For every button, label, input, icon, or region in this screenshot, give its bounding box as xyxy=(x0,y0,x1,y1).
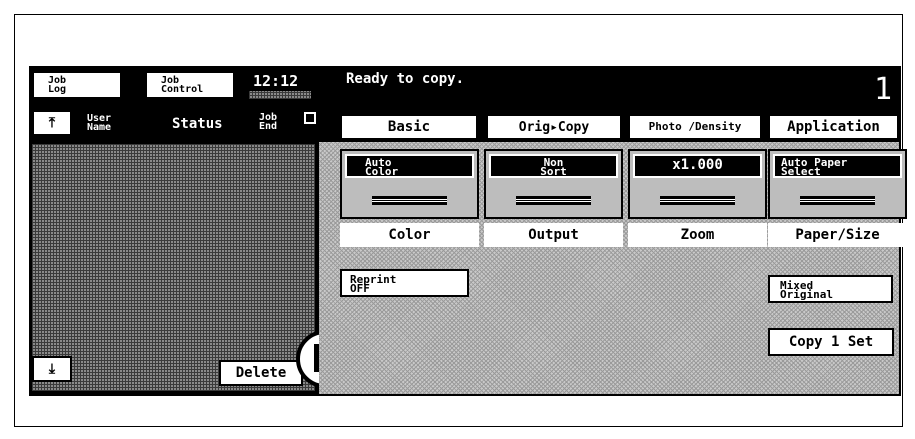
reprint-button[interactable]: Reprint OFF xyxy=(340,269,469,297)
color-function-button[interactable]: Auto Color xyxy=(340,149,479,219)
job-control-label-line2: Control xyxy=(161,84,204,95)
color-label: Color xyxy=(340,223,479,247)
panel-toggle-icon[interactable] xyxy=(304,112,316,124)
job-end-header: Job End xyxy=(259,113,278,132)
mixed-original-label-line2: Original xyxy=(780,288,833,301)
clock-underline xyxy=(249,91,311,99)
scroll-up-icon: ⤒ xyxy=(48,115,56,131)
copy-one-set-button[interactable]: Copy 1 Set xyxy=(768,328,894,356)
job-control-button[interactable]: Job Control xyxy=(145,71,235,99)
zoom-label: Zoom xyxy=(628,223,767,247)
paper-size-function-indicator xyxy=(800,196,875,205)
user-name-header: User Name xyxy=(87,114,112,133)
job-log-label-line2: Log xyxy=(48,84,67,95)
color-value: Auto Color xyxy=(345,154,474,178)
color-function-indicator xyxy=(372,196,447,205)
output-value-line2: Sort xyxy=(540,165,567,178)
control-panel-screen: Job Log Job Control 12:12 Ready to copy.… xyxy=(29,66,907,396)
paper-size-label: Paper/Size xyxy=(768,223,907,247)
output-function-indicator xyxy=(516,196,591,205)
job-end-header-line2: End xyxy=(259,121,278,132)
zoom-function-indicator xyxy=(660,196,735,205)
output-function-button[interactable]: Non Sort xyxy=(484,149,623,219)
tab-orig-copy[interactable]: Orig▸Copy xyxy=(486,114,622,140)
output-value: Non Sort xyxy=(489,154,618,178)
output-label: Output xyxy=(484,223,623,247)
paper-size-function-button[interactable]: Auto Paper Select xyxy=(768,149,907,219)
zoom-function-button[interactable]: x1.000 xyxy=(628,149,767,219)
reprint-label-line2: OFF xyxy=(350,282,370,295)
scroll-up-button[interactable]: ⤒ xyxy=(32,110,72,136)
status-header: Status xyxy=(172,116,223,132)
tab-basic[interactable]: Basic xyxy=(340,114,478,140)
tab-application[interactable]: Application xyxy=(768,114,899,140)
mixed-original-button[interactable]: Mixed Original xyxy=(768,275,893,303)
status-message: Ready to copy. xyxy=(346,71,465,87)
tab-photo-density[interactable]: Photo /Density xyxy=(628,114,762,140)
copy-count: 1 xyxy=(874,72,893,107)
scroll-down-icon: ⤓ xyxy=(48,361,56,377)
job-log-button[interactable]: Job Log xyxy=(32,71,122,99)
paper-size-value: Auto Paper Select xyxy=(773,154,902,178)
job-list-area xyxy=(32,144,315,391)
zoom-value: x1.000 xyxy=(633,154,762,178)
delete-button[interactable]: Delete xyxy=(219,360,303,386)
color-value-line2: Color xyxy=(365,165,399,178)
user-name-header-line2: Name xyxy=(87,122,112,133)
scroll-down-button[interactable]: ⤓ xyxy=(32,356,72,382)
